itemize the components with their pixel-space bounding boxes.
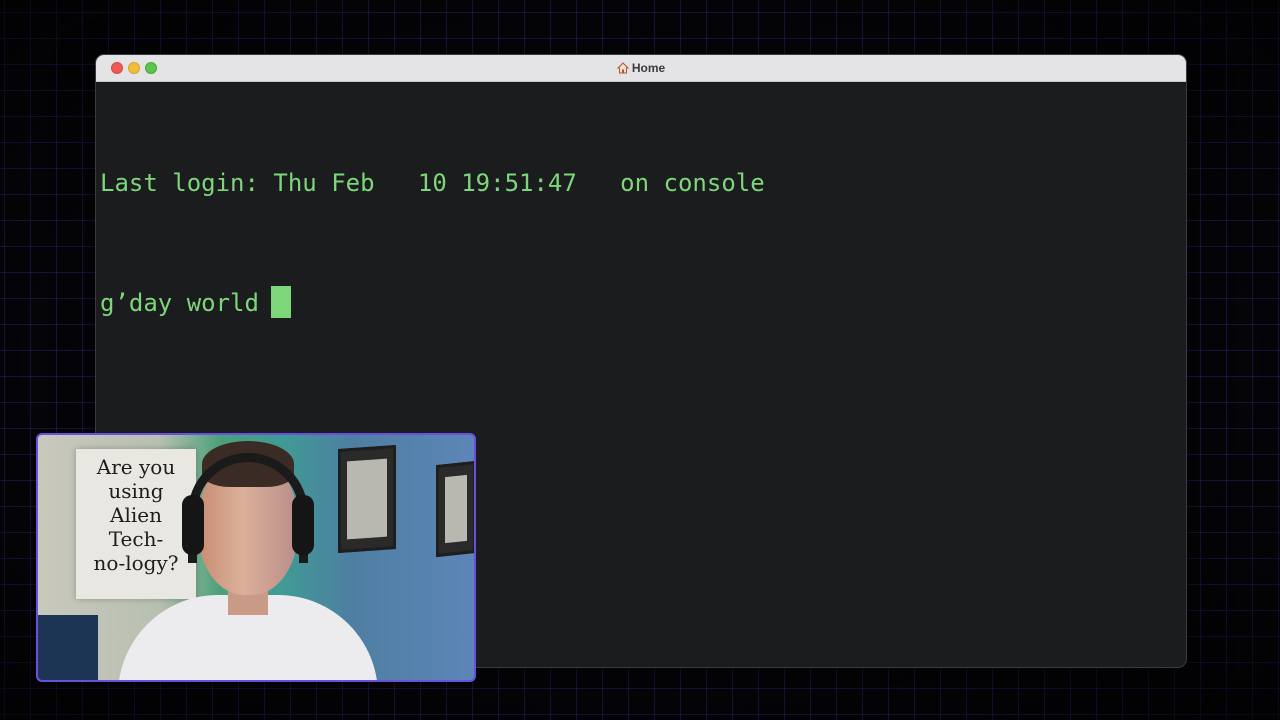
- home-icon: [616, 62, 629, 74]
- terminal-output[interactable]: Last login: Thu Feb 10 19:51:47 on conso…: [96, 82, 1186, 403]
- terminal-line-login: Last login: Thu Feb 10 19:51:47 on conso…: [100, 169, 765, 197]
- window-title: Home: [96, 55, 1186, 81]
- terminal-cursor: [270, 286, 291, 318]
- terminal-prompt-text: g’day world: [100, 289, 259, 317]
- window-titlebar[interactable]: Home: [96, 55, 1186, 82]
- sofa: [38, 615, 98, 680]
- webcam-overlay: Are you using Alien Tech- no-logy?: [36, 433, 476, 682]
- window-title-text: Home: [631, 61, 666, 75]
- wall-picture-frame: [436, 460, 474, 558]
- headphones-icon: [188, 453, 308, 563]
- terminal-line-prompt: g’day world: [100, 283, 1186, 323]
- headphone-earcup-left: [182, 495, 204, 555]
- picture-frame-art: [445, 474, 467, 544]
- presenter: [118, 435, 378, 680]
- headphone-earcup-right: [292, 495, 314, 555]
